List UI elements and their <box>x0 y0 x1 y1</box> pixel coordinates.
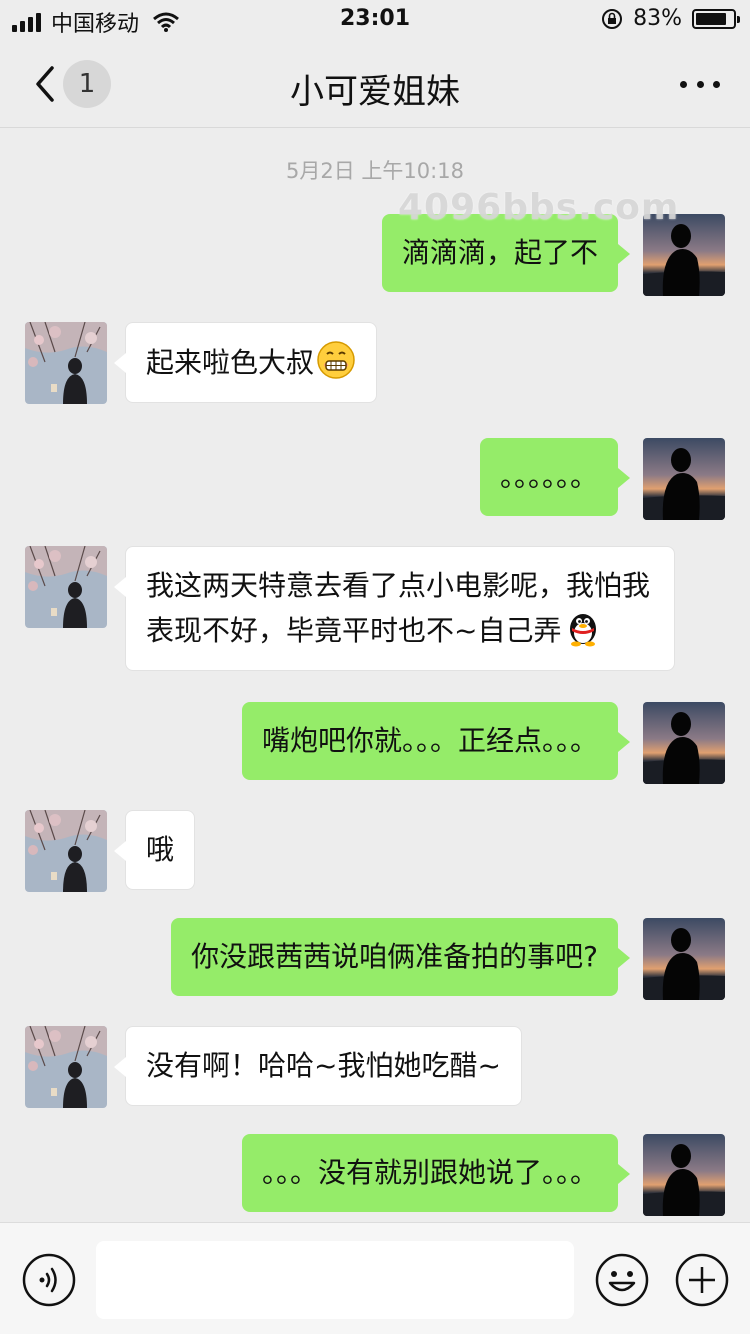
sent-message-bubble[interactable]: 。。。。。。 <box>479 438 631 516</box>
battery-icon <box>692 8 740 29</box>
message-text: 滴滴滴，起了不 <box>401 236 598 269</box>
received-message-bubble[interactable]: 我这两天特意去看了点小电影呢，我怕我表现不好，毕竟平时也不~自己弄 <box>114 546 675 671</box>
received-message-bubble[interactable]: 没有啊！哈哈~我怕她吃醋~ <box>114 1026 522 1106</box>
message-text: 没有啊！哈哈~我怕她吃醋~ <box>146 1049 501 1082</box>
received-message-bubble[interactable]: 起来啦色大叔 <box>113 322 378 403</box>
contact-avatar[interactable] <box>25 1026 107 1108</box>
message-text: 起来啦色大叔 <box>146 346 315 379</box>
plus-icon[interactable] <box>675 1253 729 1307</box>
received-message-bubble[interactable]: 哦 <box>113 810 196 890</box>
contact-avatar[interactable] <box>25 322 107 404</box>
smiley-icon[interactable] <box>595 1253 649 1307</box>
my-avatar[interactable] <box>643 214 725 296</box>
my-avatar[interactable] <box>643 438 725 520</box>
my-avatar[interactable] <box>643 702 725 784</box>
status-bar: 中国移动 23:01 83% <box>0 0 750 40</box>
message-text: 哦 <box>146 833 175 866</box>
sent-message-bubble[interactable]: 滴滴滴，起了不 <box>381 214 631 292</box>
battery-fill <box>696 12 726 25</box>
contact-avatar[interactable] <box>25 546 107 628</box>
my-avatar[interactable] <box>643 1134 725 1216</box>
message-text: 。。。。。。 <box>499 460 598 493</box>
message-text: 嘴炮吧你就。。。正经点。。。 <box>261 724 598 757</box>
battery-percent: 83% <box>633 6 682 31</box>
contact-avatar[interactable] <box>25 810 107 892</box>
more-dots-icon[interactable] <box>680 74 720 94</box>
voice-icon[interactable] <box>22 1253 76 1307</box>
message-list[interactable]: 5月2日 上午10:18 滴滴滴，起了不 起来啦色大叔 。。。。。。 我这两天特… <box>0 129 750 1222</box>
message-text: 你没跟茜茜说咱俩准备拍的事吧? <box>191 940 598 973</box>
message-text: 。。。没有就别跟她说了。。。 <box>261 1156 598 1189</box>
qq-penguin-emoji <box>570 614 597 647</box>
sent-message-bubble[interactable]: 嘴炮吧你就。。。正经点。。。 <box>241 702 631 780</box>
my-avatar[interactable] <box>643 918 725 1000</box>
message-input[interactable] <box>96 1241 574 1319</box>
sent-message-bubble[interactable]: 你没跟茜茜说咱俩准备拍的事吧? <box>171 918 630 996</box>
input-bar <box>0 1222 750 1334</box>
message-timestamp: 5月2日 上午10:18 <box>286 159 464 183</box>
grimacing-face-emoji <box>317 341 355 379</box>
chat-header: 1 小可爱姐妹 <box>0 40 750 128</box>
sent-message-bubble[interactable]: 。。。没有就别跟她说了。。。 <box>241 1134 631 1212</box>
chat-title: 小可爱姐妹 <box>290 72 460 112</box>
rotation-lock-icon <box>602 8 623 29</box>
